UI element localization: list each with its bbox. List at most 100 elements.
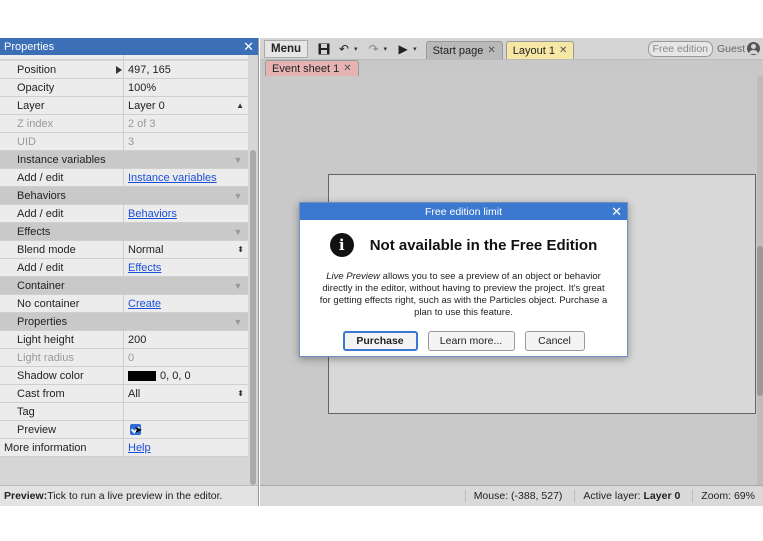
properties-status-bar: Preview: Tick to run a live preview in t… <box>0 485 258 506</box>
section-effects[interactable]: Effects ▼ <box>0 223 248 241</box>
help-link[interactable]: Help <box>128 442 151 454</box>
tab-start-page[interactable]: Start page ✕ <box>425 41 503 59</box>
tag-input[interactable] <box>124 403 248 420</box>
behaviors-link[interactable]: Behaviors <box>128 208 177 220</box>
prop-value[interactable]: 100% <box>124 79 248 96</box>
effects-link[interactable]: Effects <box>128 262 161 274</box>
prop-row-preview[interactable]: Preview ➤ <box>0 421 248 439</box>
prop-row-position[interactable]: Position 497, 165 <box>0 61 248 79</box>
close-icon[interactable]: ✕ <box>487 45 495 56</box>
prop-row-shadow-color[interactable]: Shadow color 0, 0, 0 <box>0 367 248 385</box>
free-edition-badge[interactable]: Free edition <box>647 41 713 57</box>
prop-row-light-height[interactable]: Light height 200 <box>0 331 248 349</box>
dialog-heading: Not available in the Free Edition <box>369 236 598 254</box>
prop-key: More information <box>0 439 124 456</box>
prop-row-instance-vars[interactable]: Add / edit Instance variables <box>0 169 248 187</box>
close-icon[interactable]: ✕ <box>243 40 254 53</box>
prop-key: UID <box>0 133 124 150</box>
dialog-buttons: Purchase Learn more... Cancel <box>300 331 627 351</box>
tab-event-sheet-1[interactable]: Event sheet 1 ✕ <box>265 60 359 76</box>
chevron-down-icon[interactable]: ▼ <box>228 191 248 201</box>
layer-select[interactable]: Layer 0 <box>128 100 165 112</box>
prop-row-effects[interactable]: Add / edit Effects <box>0 259 248 277</box>
section-label: Instance variables <box>17 153 106 166</box>
prop-row-tag[interactable]: Tag <box>0 403 248 421</box>
chevron-down-icon[interactable]: ▼ <box>228 155 248 165</box>
select-arrows-icon[interactable]: ⬍ <box>237 389 244 398</box>
select-arrows-icon[interactable]: ▲ <box>236 101 244 110</box>
prop-row-cast-from[interactable]: Cast from All ⬍ <box>0 385 248 403</box>
prop-key: Cast from <box>0 385 124 402</box>
prop-value: 3 <box>128 135 135 148</box>
prop-key: No container <box>0 295 124 312</box>
properties-scrollbar[interactable] <box>248 55 258 485</box>
learn-more-button[interactable]: Learn more... <box>427 331 515 351</box>
chevron-down-icon[interactable]: ▼ <box>228 227 248 237</box>
prop-row-container[interactable]: No container Create <box>0 295 248 313</box>
instance-variables-link[interactable]: Instance variables <box>128 172 217 184</box>
prop-key: Blend mode <box>0 241 124 258</box>
section-container[interactable]: Container ▼ <box>0 277 248 295</box>
section-behaviors[interactable]: Behaviors ▼ <box>0 187 248 205</box>
prop-row-light-radius: Light radius 0 <box>0 349 248 367</box>
prop-value: 2 of 3 <box>128 117 156 130</box>
section-properties[interactable]: Properties ▼ <box>0 313 248 331</box>
expand-arrow-icon[interactable] <box>116 65 122 74</box>
active-layer-value: Layer 0 <box>643 490 681 502</box>
mouse-cursor-icon: ➤ <box>134 425 143 436</box>
prop-value[interactable]: 497, 165 <box>128 64 171 76</box>
cast-from-select[interactable]: All <box>128 388 140 400</box>
tab-layout-1[interactable]: Layout 1 ✕ <box>505 41 575 59</box>
editor-scrollbar[interactable] <box>757 76 763 486</box>
prop-key: Light height <box>0 331 124 348</box>
scrollbar-thumb[interactable] <box>250 150 256 485</box>
feature-name: Live Preview <box>326 271 381 282</box>
prop-value: 0 <box>128 351 135 364</box>
prop-row-more-info[interactable]: More information Help <box>0 439 248 457</box>
prop-key: Layer <box>0 97 124 114</box>
prop-value[interactable]: 0, 0, 0 <box>160 370 191 382</box>
undo-icon[interactable]: ↶ <box>334 40 354 58</box>
dialog-title: Free edition limit <box>424 205 503 218</box>
avatar-icon[interactable] <box>747 42 760 55</box>
prop-row-zindex: Z index 2 of 3 <box>0 115 248 133</box>
redo-icon[interactable]: ↷ <box>364 40 384 58</box>
create-container-link[interactable]: Create <box>128 298 161 310</box>
editor-status-bar: Mouse: (-388, 527) Active layer: Layer 0… <box>260 485 763 506</box>
close-icon[interactable]: ✕ <box>343 63 351 74</box>
tab-label: Event sheet 1 <box>272 62 340 75</box>
close-icon[interactable]: ✕ <box>559 45 567 56</box>
user-name[interactable]: Guest <box>717 43 745 55</box>
cancel-button[interactable]: Cancel <box>524 331 585 351</box>
scrollbar-thumb[interactable] <box>757 246 763 396</box>
main-toolbar: Menu ↶ ▾ ↷ ▾ ▶ ▾ Start page ✕ Layout 1 ✕ Free… <box>260 38 763 60</box>
prop-row-opacity[interactable]: Opacity 100% <box>0 79 248 97</box>
prop-key: Tag <box>0 403 124 420</box>
caret-icon[interactable]: ▾ <box>354 45 358 53</box>
prop-key: Add / edit <box>0 259 124 276</box>
save-icon[interactable] <box>314 40 334 58</box>
select-arrows-icon[interactable]: ⬍ <box>237 245 244 254</box>
chevron-down-icon[interactable]: ▼ <box>228 317 248 327</box>
caret-icon[interactable]: ▾ <box>384 45 388 53</box>
prop-row-behaviors[interactable]: Add / edit Behaviors <box>0 205 248 223</box>
properties-grid: Position 497, 165 Opacity 100% Layer Lay… <box>0 55 258 485</box>
menu-button[interactable]: Menu <box>264 39 309 58</box>
active-layer-label: Active layer: <box>583 490 644 502</box>
chevron-down-icon[interactable]: ▼ <box>228 281 248 291</box>
prop-key: Add / edit <box>0 205 124 222</box>
color-swatch[interactable] <box>128 370 156 381</box>
prop-row-layer[interactable]: Layer Layer 0 ▲ <box>0 97 248 115</box>
section-label: Effects <box>17 225 51 238</box>
mouse-position: Mouse: (-388, 527) <box>464 490 562 502</box>
blend-mode-select[interactable]: Normal <box>128 244 163 256</box>
prop-value[interactable]: 200 <box>124 331 248 348</box>
purchase-button[interactable]: Purchase <box>342 331 418 351</box>
caret-icon[interactable]: ▾ <box>413 45 417 53</box>
status-text: Tick to run a live preview in the editor… <box>47 490 223 502</box>
play-icon[interactable]: ▶ <box>393 40 413 58</box>
prop-key: Shadow color <box>0 367 124 384</box>
section-instance-variables[interactable]: Instance variables ▼ <box>0 151 248 169</box>
close-icon[interactable]: ✕ <box>611 204 622 220</box>
prop-row-blend-mode[interactable]: Blend mode Normal ⬍ <box>0 241 248 259</box>
